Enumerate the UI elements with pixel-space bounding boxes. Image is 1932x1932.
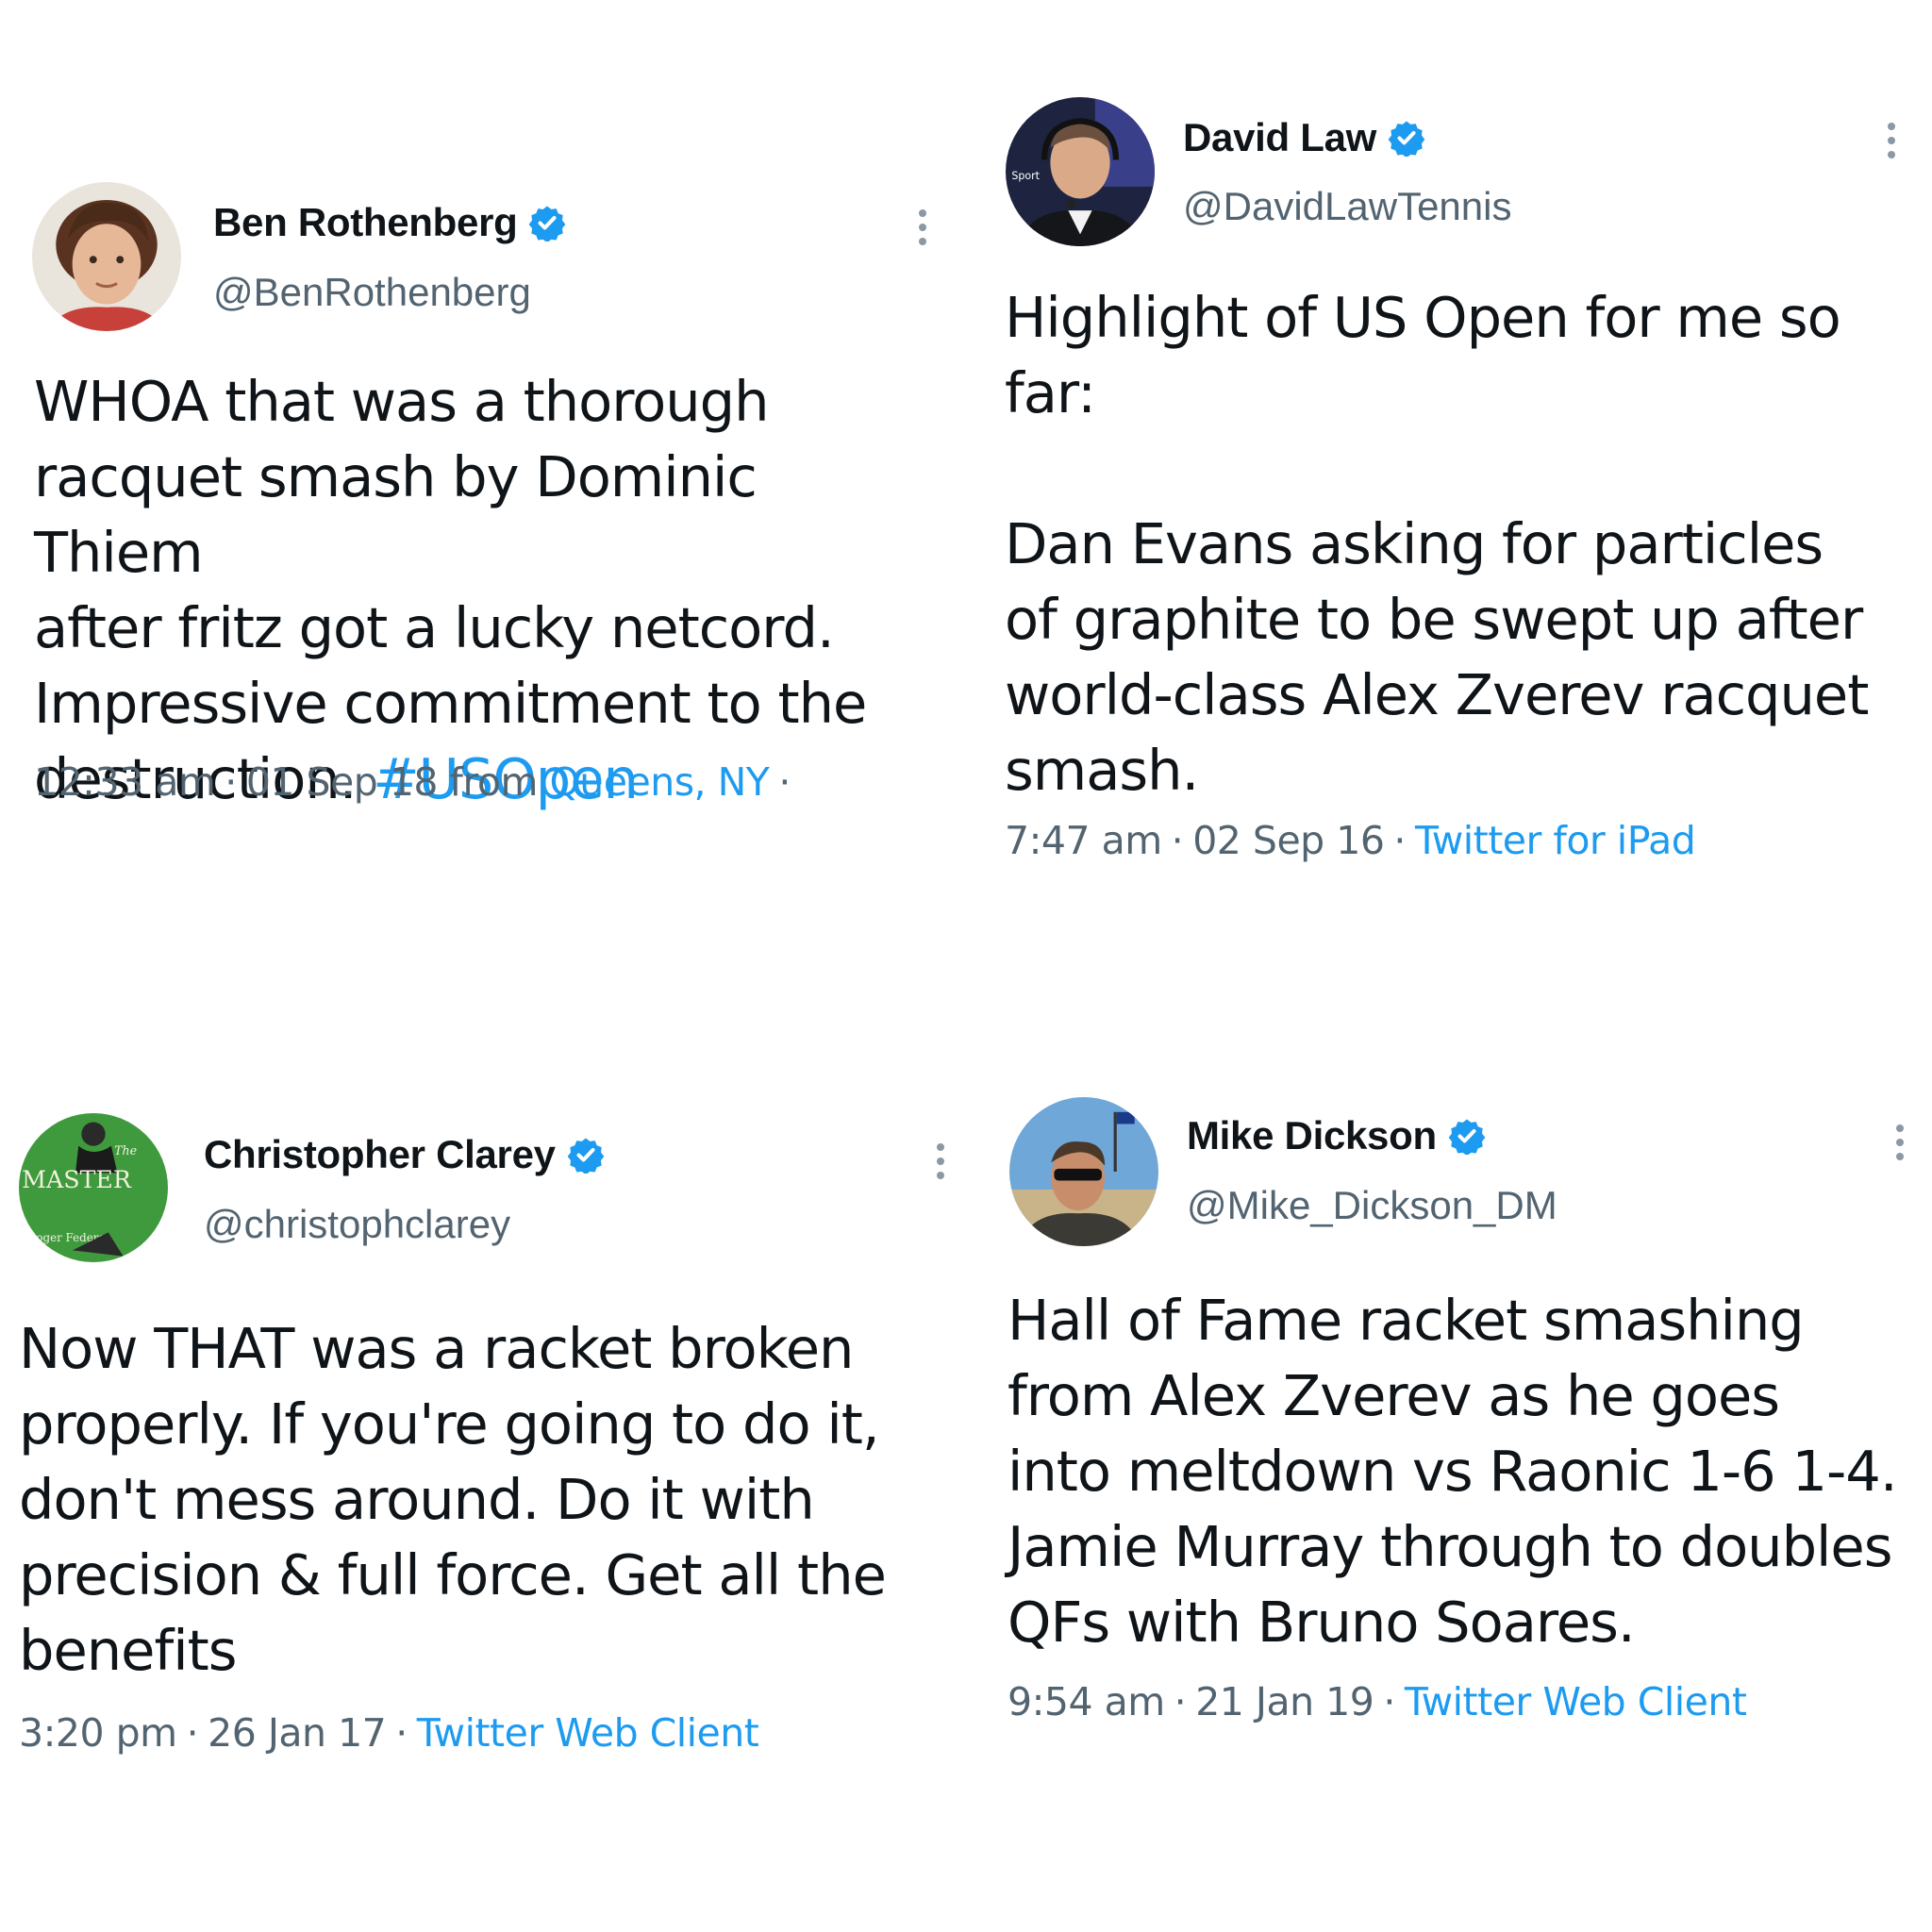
separator-dot: · [1383,1679,1395,1724]
tweet-location-link[interactable]: Queens, NY [550,759,770,805]
user-handle[interactable]: @DavidLawTennis [1183,184,1511,229]
verified-badge-icon [1388,121,1425,157]
tweet-date: 01 Sep 18 from [245,759,539,805]
separator-dot: · [1393,818,1406,863]
user-handle[interactable]: @BenRothenberg [213,270,531,315]
display-name[interactable]: Christopher Clarey [204,1132,556,1177]
separator-dot: · [1174,1679,1187,1724]
avatar[interactable] [1009,1097,1158,1246]
tweet-source-link[interactable]: Twitter Web Client [417,1710,759,1756]
display-name[interactable]: Mike Dickson [1187,1113,1437,1158]
tweet-meta: 9:54 am · 21 Jan 19 · Twitter Web Client [1008,1679,1747,1724]
tweet-text-content: WHOA that was a thorough racquet smash b… [34,369,867,811]
more-vertical-icon[interactable] [934,1143,947,1179]
tweet-source-link[interactable]: Twitter for iPad [1415,818,1696,863]
avatar[interactable]: The MASTER Roger Federer [19,1113,168,1262]
more-vertical-icon[interactable] [1893,1124,1907,1160]
avatar-image: The MASTER Roger Federer [19,1113,168,1262]
display-name[interactable]: David Law [1183,115,1376,160]
tweet-time: 3:20 pm [19,1710,177,1756]
display-name[interactable]: Ben Rothenberg [213,200,518,245]
tweet-date: 02 Sep 16 [1192,818,1385,863]
more-vertical-icon[interactable] [916,209,929,245]
tweet-time: 9:54 am [1008,1679,1165,1724]
more-vertical-icon[interactable] [1885,123,1898,158]
avatar-image [32,182,181,331]
tweet-source-link[interactable]: Twitter Web Client [1405,1679,1747,1724]
tweet-meta: 12:33 am · 01 Sep 18 from Queens, NY · [34,759,800,805]
avatar[interactable]: Sport [1006,97,1155,246]
tweet-meta: 3:20 pm · 26 Jan 17 · Twitter Web Client [19,1710,759,1756]
verified-badge-icon [529,206,566,242]
separator-dot: · [225,759,237,805]
avatar[interactable] [32,182,181,331]
avatar-text-small: The [114,1143,137,1158]
tweet-text: WHOA that was a thorough racquet smash b… [34,364,940,817]
tweet-date: 21 Jan 19 [1195,1679,1374,1724]
avatar-image [1009,1097,1158,1246]
avatar-text: Sport [1011,170,1040,182]
separator-dot: · [186,1710,199,1756]
verified-badge-icon [567,1138,605,1174]
verified-badge-icon [1448,1119,1486,1155]
tweet-time: 7:47 am [1005,818,1162,863]
separator-dot: · [1171,818,1184,863]
tweet-text: Highlight of US Open for me so far: Dan … [1005,285,1869,803]
separator-dot: · [778,759,791,805]
avatar-text: MASTER [22,1166,132,1193]
user-handle[interactable]: @Mike_Dickson_DM [1187,1183,1557,1228]
user-handle[interactable]: @christophclarey [204,1202,510,1247]
tweet-text: Hall of Fame racket smashing from Alex Z… [1008,1288,1898,1655]
tweet-date: 26 Jan 17 [208,1710,387,1756]
tweet-meta: 7:47 am · 02 Sep 16 · Twitter for iPad [1005,818,1696,863]
tweet-text: Now THAT was a racket broken properly. I… [19,1316,887,1683]
separator-dot: · [395,1710,408,1756]
tweet-time: 12:33 am [34,759,216,805]
avatar-image: Sport [1006,97,1155,246]
